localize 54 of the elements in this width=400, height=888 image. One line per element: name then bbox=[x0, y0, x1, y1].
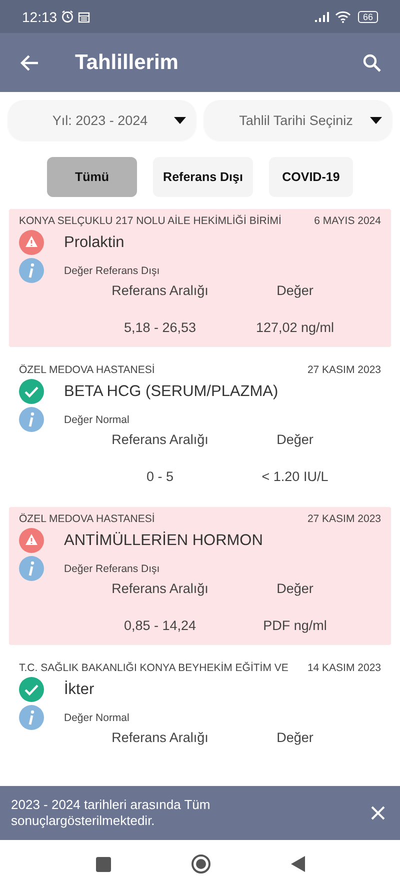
result-value: < 1.20 IU/L bbox=[260, 469, 330, 484]
reference-range: 0 - 5 bbox=[145, 469, 174, 484]
signal-icon bbox=[314, 12, 331, 22]
column-label: Değer bbox=[276, 432, 314, 447]
alarm-icon bbox=[61, 10, 74, 23]
recents-icon[interactable] bbox=[96, 856, 110, 872]
test-name: BETA HCG (SERUM/PLAZMA) bbox=[64, 382, 278, 400]
filter-tab[interactable]: COVID-19 bbox=[268, 157, 353, 197]
result-card[interactable]: KONYA SELÇUKLU 217 NOLU AİLE HEKİMLİĞİ BİRİMİ 6 MAYIS 2024 Prolaktin Değer Referans Dışı Referans Aralığı Değer 5,18 - 26,53 127,02 ng/ml bbox=[9, 209, 391, 347]
result-card[interactable]: ÖZEL MEDOVA HASTANESİ 27 KASIM 2023 ANTİMÜLLERİEN HORMON Değer Referans Dışı Referans Aralığı Değer 0,85 - 14,24 PDF ng/ml bbox=[9, 507, 391, 645]
institution-name: T.C. SAĞLIK BAKANLIĞI KONYA BEYHEKİM EĞİTİM VE bbox=[19, 662, 288, 674]
filter-tab[interactable]: Referans Dışı bbox=[153, 157, 253, 197]
result-date: 27 KASIM 2023 bbox=[307, 513, 381, 525]
status-text: Değer Normal bbox=[64, 712, 130, 724]
snackbar-message: 2023 - 2024 tarihleri arasında Tüm sonuçlargösterilmektedir. bbox=[11, 796, 212, 830]
column-label: Referans Aralığı bbox=[110, 432, 210, 447]
result-value: PDF ng/ml bbox=[262, 618, 328, 633]
dropdown[interactable]: Yıl: 2023 - 2024 bbox=[8, 100, 196, 140]
caret-icon bbox=[174, 116, 186, 124]
status-text: Değer Normal bbox=[64, 414, 130, 426]
status-text: Değer Referans Dışı bbox=[64, 264, 160, 276]
result-date: 14 KASIM 2023 bbox=[307, 662, 381, 674]
result-value: 127,02 ng/ml bbox=[254, 320, 336, 335]
column-label: Referans Aralığı bbox=[110, 730, 210, 745]
dropdown[interactable]: Tahlil Tarihi Seçiniz bbox=[204, 100, 392, 140]
test-name: Prolaktin bbox=[64, 234, 124, 252]
institution-name: ÖZEL MEDOVA HASTANESİ bbox=[19, 364, 155, 376]
warning-icon bbox=[19, 230, 44, 255]
result-date: 6 MAYIS 2024 bbox=[314, 215, 381, 227]
result-date: 27 KASIM 2023 bbox=[307, 364, 381, 376]
column-label: Referans Aralığı bbox=[110, 581, 210, 596]
battery-indicator: 66 bbox=[358, 10, 378, 22]
status-text: Değer Referans Dışı bbox=[64, 562, 160, 574]
warning-icon bbox=[19, 528, 44, 553]
back-nav-icon[interactable] bbox=[290, 856, 304, 872]
column-label: Değer bbox=[276, 581, 314, 596]
column-label: Değer bbox=[276, 730, 314, 745]
home-icon[interactable] bbox=[190, 854, 210, 874]
institution-name: KONYA SELÇUKLU 217 NOLU AİLE HEKİMLİĞİ BİRİMİ bbox=[19, 215, 282, 227]
clock: 12:13 bbox=[22, 8, 58, 24]
checkmark-icon bbox=[19, 677, 44, 702]
wifi-icon bbox=[334, 10, 351, 22]
test-name: ANTİMÜLLERİEN HORMON bbox=[64, 532, 263, 550]
test-name: İkter bbox=[64, 680, 94, 698]
caret-icon bbox=[370, 116, 382, 124]
checkmark-icon bbox=[19, 379, 44, 404]
column-label: Değer bbox=[276, 283, 314, 298]
reference-range: 5,18 - 26,53 bbox=[122, 320, 198, 335]
calendar-icon bbox=[78, 10, 90, 22]
reference-range: 0,85 - 14,24 bbox=[122, 618, 198, 633]
column-label: Referans Aralığı bbox=[110, 283, 210, 298]
filter-tab[interactable]: Tümü bbox=[47, 157, 138, 197]
institution-name: ÖZEL MEDOVA HASTANESİ bbox=[19, 513, 155, 525]
page-title: Tahlillerim bbox=[75, 50, 180, 74]
